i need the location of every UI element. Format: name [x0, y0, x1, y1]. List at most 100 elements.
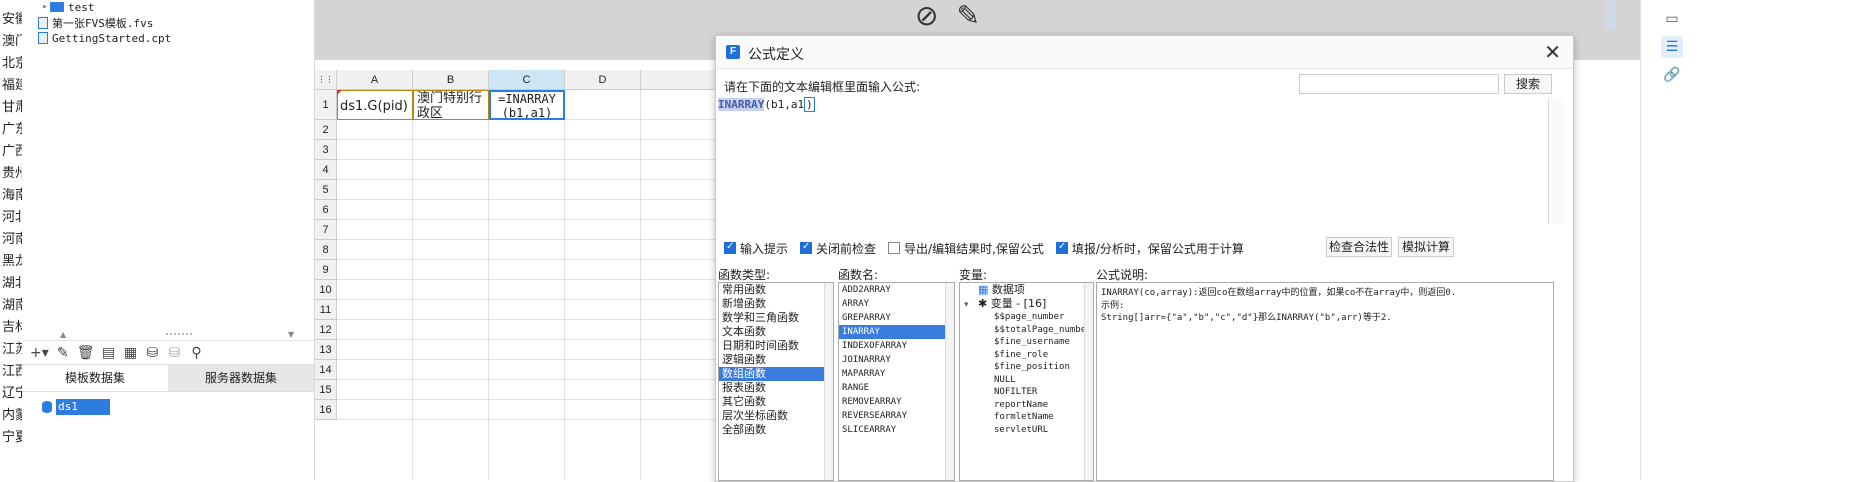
- variable-item[interactable]: $$page_number: [960, 311, 1093, 324]
- province-item[interactable]: 宁夏: [2, 426, 22, 445]
- province-item[interactable]: 辽宁: [2, 382, 22, 401]
- chevron-right-icon[interactable]: ▸: [40, 2, 50, 12]
- option-check-before-close[interactable]: 关闭前检查: [800, 240, 876, 257]
- province-item[interactable]: 湖南: [2, 294, 22, 313]
- cell-a1[interactable]: ds1.G(pid): [337, 90, 413, 120]
- province-item[interactable]: 河北: [2, 206, 22, 225]
- edit-dataset-icon[interactable]: ▦: [123, 345, 139, 361]
- column-header-a[interactable]: A: [337, 70, 413, 90]
- row-header[interactable]: 12: [315, 320, 337, 340]
- province-item[interactable]: 江苏: [2, 338, 22, 357]
- function-item[interactable]: RANGE: [839, 381, 954, 395]
- province-item[interactable]: 澳门: [2, 30, 22, 49]
- row-header[interactable]: 7: [315, 220, 337, 240]
- cell-attribute-icon[interactable]: ▭: [1661, 8, 1683, 30]
- province-item[interactable]: 福建: [2, 74, 22, 93]
- check-validity-button[interactable]: 检查合法性: [1326, 237, 1392, 257]
- scroll-down-icon[interactable]: ▼: [288, 330, 294, 339]
- column-header-c[interactable]: C: [489, 70, 565, 90]
- eye-off-icon[interactable]: ⊘: [915, 0, 938, 32]
- database-icon[interactable]: ⛁: [145, 345, 161, 361]
- category-item[interactable]: 常用函数: [719, 283, 833, 297]
- province-item[interactable]: 内蒙: [2, 404, 22, 423]
- variable-item[interactable]: reportName: [960, 399, 1093, 412]
- checkbox-input-hint[interactable]: [724, 241, 736, 254]
- tab-server-dataset[interactable]: 服务器数据集: [168, 365, 314, 391]
- column-header-e[interactable]: [641, 70, 721, 90]
- panel-splitter[interactable]: [166, 333, 192, 339]
- category-item[interactable]: 数组函数: [719, 367, 833, 381]
- close-icon[interactable]: ✕: [1544, 40, 1561, 64]
- function-search-input[interactable]: [1299, 74, 1499, 94]
- category-item[interactable]: 文本函数: [719, 325, 833, 339]
- category-item[interactable]: 层次坐标函数: [719, 409, 833, 423]
- category-item[interactable]: 全部函数: [719, 423, 833, 437]
- variable-item[interactable]: servletURL: [960, 424, 1093, 437]
- search-icon[interactable]: ⚲: [189, 345, 205, 361]
- column-header-d[interactable]: D: [565, 70, 641, 90]
- function-item[interactable]: ARRAY: [839, 297, 954, 311]
- category-item[interactable]: 数学和三角函数: [719, 311, 833, 325]
- tree-item-cpt-file[interactable]: GettingStarted.cpt: [38, 29, 171, 47]
- province-item[interactable]: 江西: [2, 360, 22, 379]
- province-item[interactable]: 甘肃: [2, 96, 22, 115]
- column-header-b[interactable]: B: [413, 70, 489, 90]
- variable-scrollbar[interactable]: [1084, 283, 1093, 480]
- function-scrollbar[interactable]: [945, 283, 954, 480]
- function-item[interactable]: GREPARRAY: [839, 311, 954, 325]
- chevron-down-icon[interactable]: ▾: [964, 298, 978, 312]
- function-item[interactable]: REMOVEARRAY: [839, 395, 954, 409]
- variable-item[interactable]: $fine_role: [960, 349, 1093, 362]
- cell-c1[interactable]: =INARRAY(b1,a1): [489, 90, 565, 120]
- row-header[interactable]: 4: [315, 160, 337, 180]
- function-item[interactable]: REVERSEARRAY: [839, 409, 954, 423]
- link-icon[interactable]: 🔗: [1661, 64, 1683, 86]
- pencil-icon[interactable]: ✎: [956, 0, 979, 32]
- row-header[interactable]: 11: [315, 300, 337, 320]
- row-header[interactable]: 8: [315, 240, 337, 260]
- server-database-icon[interactable]: ⛁: [167, 345, 183, 361]
- variable-item[interactable]: $fine_position: [960, 361, 1093, 374]
- category-item[interactable]: 报表函数: [719, 381, 833, 395]
- province-item[interactable]: 海南: [2, 184, 22, 203]
- category-item[interactable]: 新增函数: [719, 297, 833, 311]
- option-input-hint[interactable]: 输入提示: [724, 240, 788, 257]
- function-item[interactable]: ADD2ARRAY: [839, 283, 954, 297]
- function-item[interactable]: INDEXOFARRAY: [839, 339, 954, 353]
- variable-item[interactable]: formletName: [960, 411, 1093, 424]
- function-item[interactable]: INARRAY: [839, 325, 954, 339]
- row-header[interactable]: 10: [315, 280, 337, 300]
- variable-root-data-item[interactable]: ▦ 数据项: [960, 283, 1093, 297]
- search-button[interactable]: 搜索: [1504, 74, 1552, 94]
- select-all-corner[interactable]: ⋮⋮: [315, 70, 337, 90]
- cell-b1[interactable]: 澳门特别行政区: [413, 90, 489, 120]
- add-dataset-icon[interactable]: +▾: [30, 345, 49, 361]
- checkbox-check-before-close[interactable]: [800, 241, 813, 254]
- delete-icon[interactable]: 🗑: [77, 345, 95, 361]
- province-item[interactable]: 贵州: [2, 162, 22, 181]
- category-item[interactable]: 其它函数: [719, 395, 833, 409]
- variable-item[interactable]: NOFILTER: [960, 386, 1093, 399]
- row-header[interactable]: 16: [315, 400, 337, 420]
- option-keep-formula-calc[interactable]: 填报/分析时，保留公式用于计算: [1055, 240, 1244, 257]
- variable-root-variables[interactable]: ▾ ✱ 变量 - [16]: [960, 297, 1093, 311]
- row-header[interactable]: 3: [315, 140, 337, 160]
- province-item[interactable]: 北京: [2, 52, 22, 71]
- variable-item[interactable]: NULL: [960, 374, 1093, 387]
- function-item[interactable]: JOINARRAY: [839, 353, 954, 367]
- row-header[interactable]: 13: [315, 340, 337, 360]
- function-item[interactable]: MAPARRAY: [839, 367, 954, 381]
- formula-editor[interactable]: INARRAY(b1,a1): [718, 97, 1548, 224]
- province-item[interactable]: 广西: [2, 140, 22, 159]
- category-scrollbar[interactable]: [824, 283, 833, 480]
- row-header[interactable]: 15: [315, 380, 337, 400]
- checkbox-keep-formula-calc[interactable]: [1055, 241, 1068, 254]
- category-item[interactable]: 逻辑函数: [719, 353, 833, 367]
- province-item[interactable]: 河南: [2, 228, 22, 247]
- province-item[interactable]: 广东: [2, 118, 22, 137]
- dataset-item-ds1[interactable]: ds1: [42, 398, 110, 416]
- province-item[interactable]: 黑龙: [2, 250, 22, 269]
- row-header[interactable]: 5: [315, 180, 337, 200]
- option-keep-formula-export[interactable]: 导出/编辑结果时,保留公式: [888, 240, 1044, 257]
- simulate-button[interactable]: 模拟计算: [1398, 237, 1454, 257]
